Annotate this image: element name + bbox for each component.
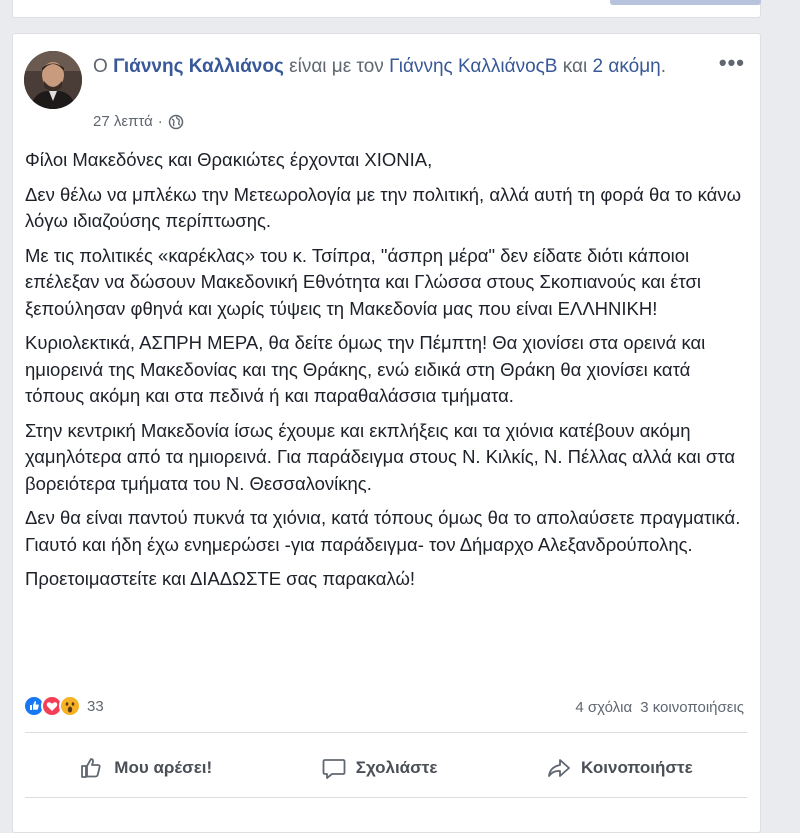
facebook-post: Ο Γιάννης Καλλιάνος είναι με τον Γιάννης… xyxy=(12,33,761,833)
share-icon xyxy=(546,755,572,781)
post-paragraph: Κυριολεκτικά, ΑΣΠΡΗ ΜΕΡΑ, θα δείτε όμως … xyxy=(25,332,706,406)
header-with-text: είναι με τον xyxy=(289,56,384,77)
wow-icon xyxy=(59,695,81,717)
author-name-link[interactable]: Γιάννης Καλλιάνος xyxy=(113,56,284,77)
previous-post-card xyxy=(12,0,761,18)
post-timestamp[interactable]: 27 λεπτά xyxy=(93,113,153,130)
share-button[interactable]: Κοινοποιήστε xyxy=(546,755,693,781)
more-options-icon[interactable]: ••• xyxy=(719,50,745,76)
post-header: Ο Γιάννης Καλλιάνος είναι με τον Γιάννης… xyxy=(93,54,673,80)
comments-count-link[interactable]: 4 σχόλια xyxy=(575,699,632,716)
post-paragraph: Δεν θα είναι παντού πυκνά τα χιόνια, κατ… xyxy=(25,507,741,555)
comment-button[interactable]: Σχολιάστε xyxy=(321,755,438,781)
post-paragraph: Δεν θέλω να μπλέκω την Μετεωρολογία με τ… xyxy=(25,183,742,232)
tagged-user-link[interactable]: Γιάννης ΚαλλιάνοςΒ xyxy=(389,56,557,77)
reactions-summary[interactable]: 33 xyxy=(23,695,104,717)
post-actions: Μου αρέσει! Σχολιάστε Κοινοποιήστε xyxy=(25,746,747,790)
shares-count-link[interactable]: 3 κοινοποιήσεις xyxy=(640,699,744,716)
engagement-counts: 4 σχόλια 3 κοινοποιήσεις xyxy=(575,699,744,716)
header-and-text: και xyxy=(562,56,588,77)
comment-button-label: Σχολιάστε xyxy=(355,758,438,777)
divider xyxy=(25,732,747,733)
like-button-label: Μου αρέσει! xyxy=(114,758,213,777)
comment-icon xyxy=(321,755,347,781)
post-paragraph: Με τις πολιτικές «καρέκλας» του κ. Τσίπρ… xyxy=(25,244,702,319)
header-article: Ο xyxy=(93,56,108,77)
divider xyxy=(25,797,747,798)
post-meta: 27 λεπτά · xyxy=(93,113,184,130)
reaction-count: 33 xyxy=(87,697,104,715)
globe-icon[interactable] xyxy=(168,114,184,130)
post-paragraph: Στην κεντρική Μακεδονία ίσως έχουμε και … xyxy=(25,419,736,494)
post-paragraph: Φίλοι Μακεδόνες και Θρακιώτες έρχονται Χ… xyxy=(25,149,433,170)
avatar[interactable] xyxy=(24,51,82,109)
post-body: Φίλοι Μακεδόνες και Θρακιώτες έρχονται Χ… xyxy=(25,147,747,601)
tagged-others-link[interactable]: 2 ακόμη xyxy=(593,56,661,77)
header-period: . xyxy=(660,56,666,77)
thumbs-up-icon xyxy=(79,755,105,781)
post-paragraph: Προετοιμαστείτε και ΔΙΑΔΩΣΤΕ σας παρακαλ… xyxy=(25,568,416,589)
previous-post-button[interactable] xyxy=(610,0,761,5)
meta-separator: · xyxy=(157,113,163,130)
like-button[interactable]: Μου αρέσει! xyxy=(79,755,212,781)
share-button-label: Κοινοποιήστε xyxy=(581,758,693,777)
